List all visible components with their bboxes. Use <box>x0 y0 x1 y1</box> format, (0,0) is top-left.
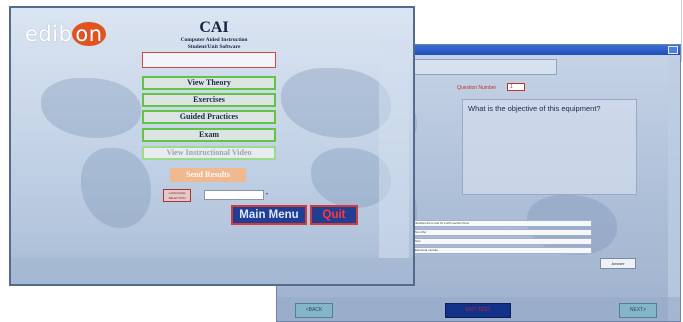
question-panel: What is the objective of this equipment? <box>462 99 637 195</box>
exam-button[interactable]: Exam <box>142 128 276 142</box>
send-results-button[interactable]: Send Results <box>170 168 246 182</box>
edibon-logo: edib on <box>25 22 106 46</box>
view-theory-button[interactable]: View Theory <box>142 76 276 90</box>
bottom-bar <box>11 258 413 284</box>
view-instructional-video-button[interactable]: View Instructional Video <box>142 146 276 160</box>
answer-button[interactable]: Answer <box>600 258 636 269</box>
screenshot-stage: Question Number 1 What is the objective … <box>0 0 683 322</box>
world-map-shape <box>281 68 391 138</box>
close-icon[interactable] <box>668 46 678 54</box>
main-menu-window: edib on CAI Computer Aided Instruction St… <box>9 6 415 286</box>
back-button[interactable]: <BACK <box>295 303 333 318</box>
app-subtitle: Computer Aided Instruction <box>180 37 248 43</box>
answer-option[interactable]: Justifies them and fix it with section b… <box>412 220 592 227</box>
app-subtitle: Student/Unit Software <box>187 44 241 50</box>
exit-test-button[interactable]: EXIT TEST <box>445 303 511 318</box>
world-map-shape <box>81 148 151 228</box>
student-name-field[interactable] <box>142 52 276 68</box>
next-button[interactable]: NEXT> <box>619 303 657 318</box>
question-text: What is the objective of this equipment? <box>468 104 601 113</box>
divider-line <box>681 0 682 62</box>
quit-button[interactable]: Quit <box>310 205 358 225</box>
side-panel <box>379 38 409 258</box>
language-selection-button[interactable]: LANGUAGE SELECTION <box>163 189 191 202</box>
question-number-field: 1 <box>507 83 525 91</box>
question-number-label: Question Number <box>457 85 497 91</box>
app-title: CAI <box>199 19 229 36</box>
main-menu-button[interactable]: Main Menu <box>231 205 307 225</box>
guided-practices-button[interactable]: Guided Practices <box>142 110 276 124</box>
answer-option[interactable]: Electrical module <box>412 247 592 254</box>
answer-option[interactable]: Test <box>412 238 592 245</box>
world-map-shape <box>41 78 141 138</box>
chevron-down-icon[interactable]: ▾ <box>266 191 274 199</box>
exercises-button[interactable]: Exercises <box>142 93 276 107</box>
answer-option[interactable]: Not offer <box>412 229 592 236</box>
scrollbar[interactable] <box>668 55 680 321</box>
language-select[interactable] <box>204 190 264 200</box>
